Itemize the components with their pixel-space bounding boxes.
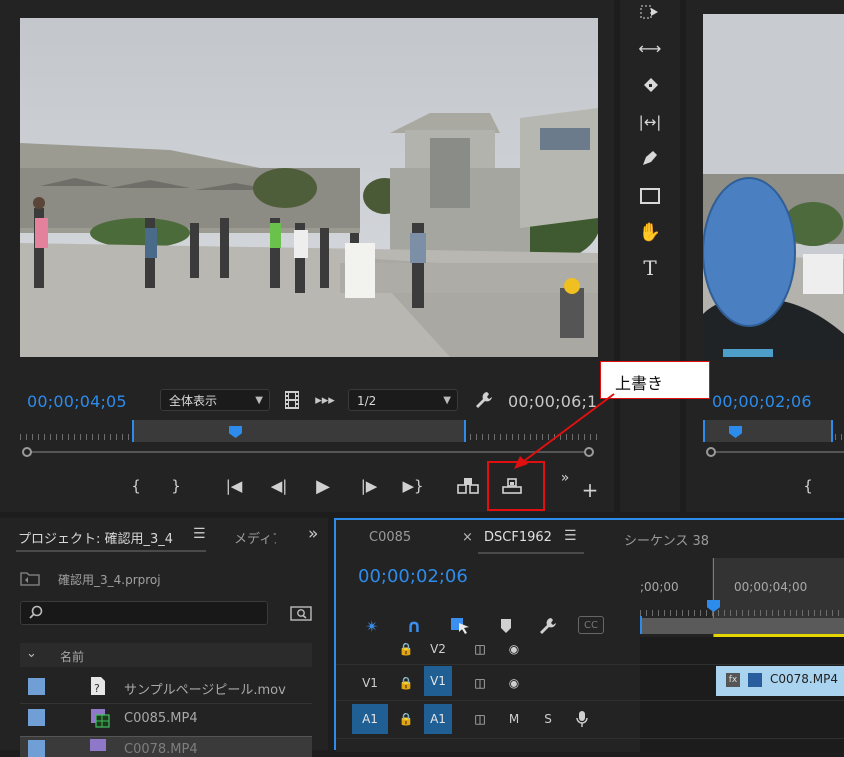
sequence-clip-icon	[90, 708, 110, 732]
mark-in-icon[interactable]: {	[124, 474, 148, 498]
source-zoom-scrollbar[interactable]	[22, 447, 594, 457]
search-icon	[29, 605, 43, 623]
program-timecode[interactable]: 00;00;02;06	[712, 392, 812, 411]
folder-back-icon[interactable]	[20, 570, 40, 590]
row-divider	[20, 703, 312, 704]
fx-badge[interactable]: fx	[726, 673, 740, 687]
step-back-icon[interactable]: ◀|	[267, 474, 291, 498]
audio-waveform-icon[interactable]: ▸▸▸	[313, 389, 337, 411]
project-file-name: 確認用_3_4.prproj	[58, 573, 161, 587]
tab-c0085[interactable]: C0085	[369, 530, 411, 545]
track-divider	[336, 664, 844, 665]
sequence-range-bar	[642, 618, 844, 634]
program-range[interactable]	[703, 420, 833, 442]
tab-dscf1962[interactable]: DSCF1962	[484, 530, 552, 545]
mark-out-icon[interactable]: }	[164, 474, 188, 498]
track-select-forward-icon[interactable]	[638, 0, 662, 24]
program-zoom-scrollbar[interactable]	[706, 447, 844, 457]
ruler-label-mid-dup: 00;00;04;00	[734, 580, 808, 594]
more-panels-icon[interactable]: »	[308, 524, 318, 544]
item-checkbox[interactable]	[28, 709, 45, 726]
track-divider	[336, 700, 844, 701]
callout-arrow	[514, 393, 615, 469]
svg-text:?: ?	[94, 682, 100, 695]
v1-target-label[interactable]: V1	[424, 666, 452, 696]
eye-icon[interactable]: ◉	[500, 670, 528, 696]
timeline-panel: C0085 × DSCF1962 ☰ シーケンス 38 00;00;02;06 …	[334, 518, 844, 752]
sync-lock-icon[interactable]: ◫	[466, 636, 494, 662]
ruler-label-start: ;00;00	[640, 580, 679, 594]
v1-source-patch[interactable]: V1	[356, 670, 384, 696]
chevron-down-icon: ▼	[255, 395, 263, 406]
slip-icon[interactable]: |↔|	[638, 110, 662, 134]
program-video-frame	[703, 14, 844, 360]
lock-icon[interactable]: 🔒	[392, 670, 420, 696]
project-panel: プロジェクト: 確認用_3_4 ☰ メディア » 確認用_3_4.prproj …	[0, 518, 328, 757]
close-icon[interactable]: ×	[462, 530, 473, 545]
column-name[interactable]: 名前	[60, 648, 84, 665]
item-checkbox[interactable]	[28, 740, 45, 757]
chevron-down-icon[interactable]: ⌄	[26, 646, 37, 661]
clip-name: C0078.MP4	[770, 672, 838, 686]
type-icon[interactable]: T	[638, 256, 662, 280]
track-divider	[336, 738, 844, 739]
fit-dropdown[interactable]: 全体表示 ▼	[160, 389, 270, 411]
source-video-frame	[20, 18, 598, 357]
v2-track-label[interactable]: V2	[424, 636, 452, 662]
clip-icon	[90, 739, 106, 751]
hamburger-icon[interactable]: ☰	[193, 526, 206, 542]
project-tab-title: プロジェクト: 確認用_3_4	[18, 532, 174, 547]
source-timecode-in[interactable]: 00;00;04;05	[27, 392, 127, 411]
pen-icon[interactable]	[638, 146, 662, 170]
solo-button[interactable]: S	[534, 706, 562, 732]
resolution-dropdown[interactable]: 1/2 ▼	[348, 389, 458, 411]
program-monitor-panel: 00;00;02;06 {	[686, 0, 844, 512]
hand-icon[interactable]: ✋	[638, 220, 662, 244]
item-checkbox[interactable]	[28, 678, 45, 695]
lock-icon[interactable]: 🔒	[392, 636, 420, 662]
timeline-timecode[interactable]: 00;00;02;06	[358, 566, 468, 587]
insert-icon[interactable]	[456, 474, 480, 498]
add-button-icon[interactable]: +	[578, 478, 602, 502]
play-icon[interactable]: ▶	[311, 474, 335, 498]
a1-target-label[interactable]: A1	[424, 704, 452, 734]
mute-button[interactable]: M	[500, 706, 528, 732]
wrench-icon[interactable]	[472, 388, 496, 412]
file-question-icon: ?	[90, 676, 106, 700]
resolution-dropdown-value: 1/2	[357, 394, 377, 408]
a1-source-patch[interactable]: A1	[352, 704, 388, 734]
clip-link-icon	[748, 673, 762, 687]
timeline-ruler-ticks[interactable]	[640, 602, 844, 616]
go-to-in-icon[interactable]: |◀	[222, 474, 246, 498]
search-field[interactable]	[20, 601, 268, 625]
sync-lock-icon[interactable]: ◫	[466, 706, 494, 732]
source-in-out-range[interactable]	[132, 420, 466, 442]
fit-dropdown-value: 全体表示	[169, 394, 218, 408]
lock-icon[interactable]: 🔒	[392, 706, 420, 732]
search-input[interactable]	[47, 604, 261, 624]
captions-icon[interactable]: CC	[578, 616, 604, 634]
project-tab[interactable]: プロジェクト: 確認用_3_4	[18, 528, 173, 547]
tab-sequence-38[interactable]: シーケンス 38	[624, 530, 709, 549]
filmstrip-icon[interactable]	[282, 389, 302, 411]
callout-label: 上書き	[615, 374, 664, 393]
project-tab-underline	[16, 550, 206, 552]
program-mark-in-icon[interactable]: {	[796, 474, 820, 498]
rectangle-icon[interactable]	[638, 184, 662, 208]
hamburger-icon[interactable]: ☰	[564, 528, 577, 544]
eye-icon[interactable]: ◉	[500, 636, 528, 662]
tab-underline	[478, 552, 584, 554]
media-tab[interactable]: メディア	[234, 528, 276, 547]
list-item-name[interactable]: サンプルページピール.mov	[124, 679, 286, 698]
find-icon[interactable]	[290, 603, 312, 625]
razor-icon[interactable]	[638, 74, 662, 98]
timeline-clip[interactable]: fx C0078.MP4	[716, 666, 844, 696]
list-item-name[interactable]: C0085.MP4	[124, 711, 198, 726]
step-forward-icon[interactable]: |▶	[357, 474, 381, 498]
sync-lock-icon[interactable]: ◫	[466, 670, 494, 696]
ripple-edit-icon[interactable]: ⟷	[638, 36, 662, 60]
microphone-icon[interactable]	[568, 706, 596, 732]
go-to-out-icon[interactable]: ▶}	[401, 474, 425, 498]
chevron-down-icon: ▼	[443, 395, 451, 406]
